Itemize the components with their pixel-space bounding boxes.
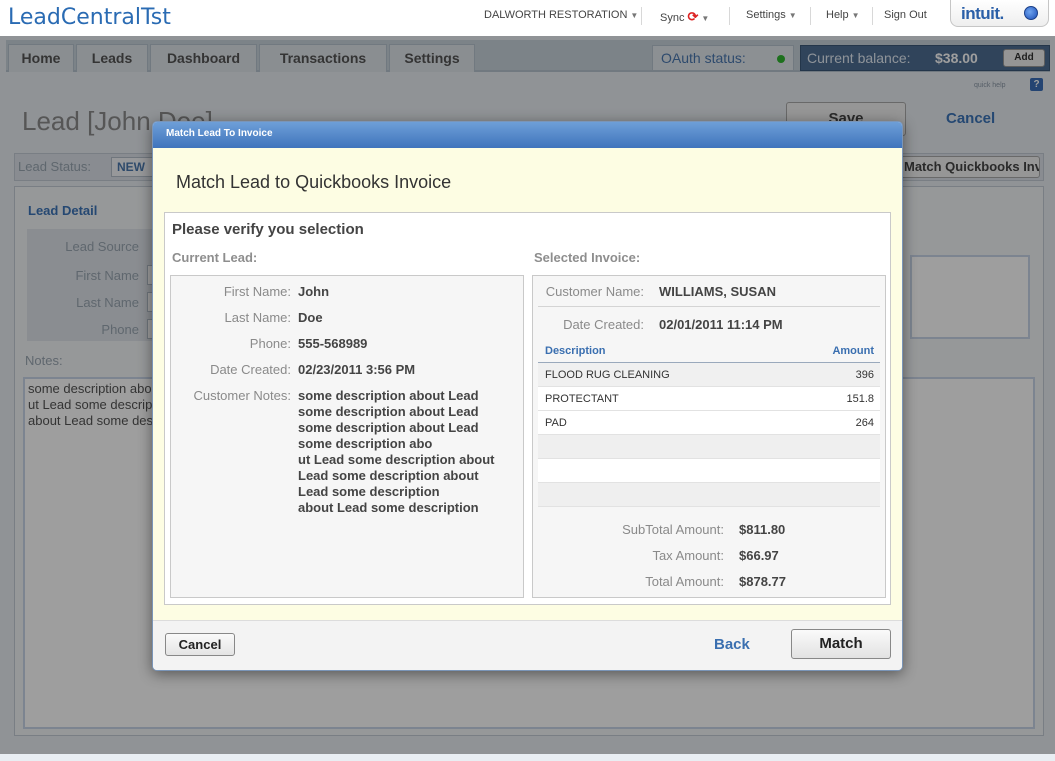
customer-notes-value: some description about Lead some descrip… — [298, 388, 495, 515]
subtotal-label: SubTotal Amount: — [622, 522, 724, 537]
customer-name-value: WILLIAMS, SUSAN — [659, 284, 776, 299]
app-title[interactable]: LeadCentralTst — [8, 5, 171, 30]
line-amount: 264 — [855, 417, 874, 429]
divider — [538, 306, 880, 307]
help-menu[interactable]: Help ▼ — [826, 9, 860, 25]
table-row: PROTECTANT 151.8 — [538, 387, 880, 411]
sync-menu-label: Sync — [660, 12, 685, 24]
tax-value: $66.97 — [739, 548, 779, 563]
back-link[interactable]: Back — [714, 636, 750, 653]
invoice-date-value: 02/01/2011 11:14 PM — [659, 317, 783, 332]
dialog-heading: Match Lead to Quickbooks Invoice — [176, 172, 452, 192]
selected-invoice-label: Selected Invoice: — [534, 250, 641, 265]
invoice-lines-table: Description Amount FLOOD RUG CLEANING 39… — [538, 339, 880, 507]
last-name-label: Last Name: — [224, 310, 291, 325]
verify-panel: Please verify you selection Current Lead… — [164, 212, 891, 605]
sync-menu[interactable]: Sync ⟳ ▼ — [660, 9, 709, 25]
date-created-value: 02/23/2011 3:56 PM — [298, 362, 416, 377]
divider — [729, 7, 730, 25]
table-row: PAD 264 — [538, 411, 880, 435]
subtotal-value: $811.80 — [739, 522, 786, 537]
dialog-title: Match Lead To Invoice — [166, 128, 273, 139]
line-amount: 396 — [855, 369, 874, 381]
match-button[interactable]: Match — [791, 629, 891, 659]
amount-header: Amount — [832, 345, 874, 357]
settings-menu[interactable]: Settings ▼ — [746, 9, 797, 25]
company-menu[interactable]: DALWORTH RESTORATION ▼ — [484, 9, 638, 25]
match-lead-dialog: Match Lead To Invoice Match Lead to Quic… — [152, 121, 903, 671]
first-name-value: John — [298, 284, 330, 299]
current-lead-box: First Name: John Last Name: Doe Phone: 5… — [170, 275, 524, 598]
empty-table-row — [538, 459, 880, 483]
dialog-footer: Cancel Back Match — [153, 620, 902, 670]
total-value: $878.77 — [739, 574, 786, 589]
divider — [641, 7, 642, 25]
chevron-down-icon: ▼ — [788, 11, 797, 20]
line-description: PAD — [545, 417, 567, 429]
help-menu-label: Help — [826, 9, 849, 21]
divider — [810, 7, 811, 25]
last-name-value: Doe — [298, 310, 323, 325]
intuit-logo: intuit. — [961, 4, 1004, 23]
phone-value: 555-568989 — [298, 336, 368, 351]
sign-out-link[interactable]: Sign Out — [884, 9, 927, 25]
settings-menu-label: Settings — [746, 9, 786, 21]
divider — [872, 7, 873, 25]
invoice-date-label: Date Created: — [563, 317, 644, 332]
chevron-down-icon: ▼ — [630, 11, 639, 20]
line-description: PROTECTANT — [545, 393, 619, 405]
dialog-titlebar[interactable]: Match Lead To Invoice — [153, 122, 902, 148]
table-header-row: Description Amount — [538, 339, 880, 363]
customer-name-label: Customer Name: — [545, 284, 644, 299]
verify-title: Please verify you selection — [172, 221, 364, 238]
tax-label: Tax Amount: — [652, 548, 724, 563]
intuit-badge[interactable]: intuit. — [950, 0, 1049, 27]
company-menu-label: DALWORTH RESTORATION — [484, 9, 628, 21]
dialog-body: Match Lead to Quickbooks Invoice Please … — [153, 148, 902, 620]
total-label: Total Amount: — [645, 574, 724, 589]
first-name-label: First Name: — [223, 284, 291, 299]
description-header: Description — [545, 345, 606, 357]
empty-table-row — [538, 435, 880, 459]
sync-icon: ⟳ — [687, 9, 699, 24]
date-created-label: Date Created: — [210, 362, 291, 377]
top-header: LeadCentralTst DALWORTH RESTORATION ▼ Syn… — [0, 0, 1055, 36]
line-amount: 151.8 — [846, 393, 874, 405]
phone-label: Phone: — [249, 336, 291, 351]
line-description: FLOOD RUG CLEANING — [545, 369, 670, 381]
table-row: FLOOD RUG CLEANING 396 — [538, 363, 880, 387]
empty-table-row — [538, 483, 880, 507]
chevron-down-icon: ▼ — [701, 14, 710, 23]
blue-dot-icon — [1024, 6, 1038, 20]
cancel-button[interactable]: Cancel — [165, 633, 235, 656]
customer-notes-label: Customer Notes: — [193, 388, 291, 403]
selected-invoice-box: Customer Name: WILLIAMS, SUSAN Date Crea… — [532, 275, 886, 598]
chevron-down-icon: ▼ — [851, 11, 860, 20]
current-lead-label: Current Lead: — [172, 250, 258, 265]
